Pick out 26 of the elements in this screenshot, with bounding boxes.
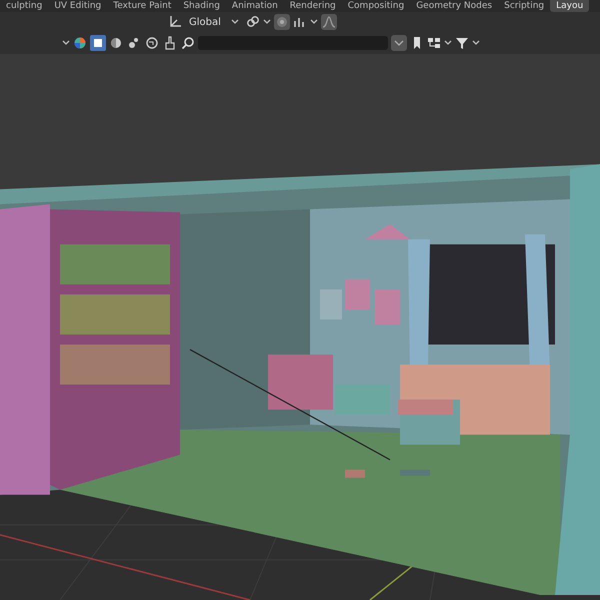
workspace-tab[interactable]: Shading	[177, 0, 226, 12]
color-sphere-icon[interactable]	[73, 36, 87, 50]
workspace-tab[interactable]: Layou	[550, 0, 590, 12]
chevron-icon[interactable]	[391, 35, 407, 51]
sphere-filter-icon[interactable]	[108, 35, 124, 51]
workspace-tab[interactable]: culpting	[0, 0, 48, 12]
hierarchy-icon[interactable]	[427, 36, 441, 50]
search-icon	[181, 36, 195, 50]
chevron-icon[interactable]	[310, 18, 318, 26]
link-icon[interactable]	[246, 15, 260, 29]
workspace-tab[interactable]: Compositing	[342, 0, 410, 12]
chevron-icon[interactable]	[62, 39, 70, 47]
chevron-icon[interactable]	[472, 39, 480, 47]
workspace-tab[interactable]: UV Editing	[48, 0, 108, 12]
falloff-curve-icon[interactable]	[320, 14, 337, 30]
workspace-tab[interactable]: Scripting	[498, 0, 550, 12]
filter-icon[interactable]	[455, 36, 469, 50]
workspace-tab[interactable]: Rendering	[284, 0, 342, 12]
orientation-dropdown[interactable]: Global	[185, 16, 243, 28]
chevron-icon[interactable]	[262, 18, 271, 26]
workspace-tab[interactable]: Animation	[226, 0, 284, 12]
box-filter-icon[interactable]	[90, 35, 106, 51]
caret-icon	[230, 18, 239, 26]
workspace-tab[interactable]: Geometry Nodes	[410, 0, 498, 12]
chevron-icon[interactable]	[444, 39, 452, 47]
workspace-tab[interactable]: Texture Paint	[107, 0, 178, 12]
